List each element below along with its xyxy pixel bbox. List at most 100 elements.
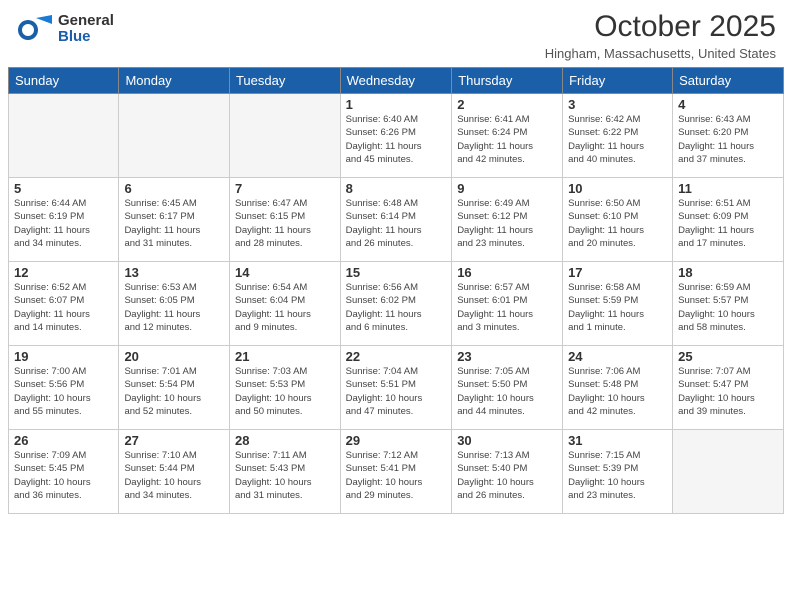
calendar-cell: 11Sunrise: 6:51 AM Sunset: 6:09 PM Dayli… — [673, 178, 784, 262]
week-row-4: 19Sunrise: 7:00 AM Sunset: 5:56 PM Dayli… — [9, 346, 784, 430]
header: General Blue October 2025 Hingham, Massa… — [0, 0, 792, 67]
day-number: 8 — [346, 181, 447, 196]
day-info: Sunrise: 6:57 AM Sunset: 6:01 PM Dayligh… — [457, 281, 557, 334]
day-number: 29 — [346, 433, 447, 448]
logo: General Blue — [16, 10, 114, 48]
day-info: Sunrise: 6:40 AM Sunset: 6:26 PM Dayligh… — [346, 113, 447, 166]
calendar-cell: 28Sunrise: 7:11 AM Sunset: 5:43 PM Dayli… — [229, 430, 340, 514]
day-number: 2 — [457, 97, 557, 112]
day-info: Sunrise: 6:53 AM Sunset: 6:05 PM Dayligh… — [124, 281, 224, 334]
day-info: Sunrise: 6:52 AM Sunset: 6:07 PM Dayligh… — [14, 281, 113, 334]
day-number: 28 — [235, 433, 335, 448]
day-number: 25 — [678, 349, 778, 364]
calendar-cell: 15Sunrise: 6:56 AM Sunset: 6:02 PM Dayli… — [340, 262, 452, 346]
calendar-cell: 7Sunrise: 6:47 AM Sunset: 6:15 PM Daylig… — [229, 178, 340, 262]
day-info: Sunrise: 6:50 AM Sunset: 6:10 PM Dayligh… — [568, 197, 667, 250]
day-info: Sunrise: 6:42 AM Sunset: 6:22 PM Dayligh… — [568, 113, 667, 166]
day-number: 3 — [568, 97, 667, 112]
day-info: Sunrise: 6:45 AM Sunset: 6:17 PM Dayligh… — [124, 197, 224, 250]
day-info: Sunrise: 6:51 AM Sunset: 6:09 PM Dayligh… — [678, 197, 778, 250]
calendar-cell: 23Sunrise: 7:05 AM Sunset: 5:50 PM Dayli… — [452, 346, 563, 430]
day-number: 16 — [457, 265, 557, 280]
calendar-cell — [119, 94, 230, 178]
header-monday: Monday — [119, 68, 230, 94]
day-info: Sunrise: 7:11 AM Sunset: 5:43 PM Dayligh… — [235, 449, 335, 502]
day-number: 11 — [678, 181, 778, 196]
header-sunday: Sunday — [9, 68, 119, 94]
calendar-cell: 22Sunrise: 7:04 AM Sunset: 5:51 PM Dayli… — [340, 346, 452, 430]
day-info: Sunrise: 6:59 AM Sunset: 5:57 PM Dayligh… — [678, 281, 778, 334]
header-saturday: Saturday — [673, 68, 784, 94]
day-number: 15 — [346, 265, 447, 280]
day-info: Sunrise: 7:10 AM Sunset: 5:44 PM Dayligh… — [124, 449, 224, 502]
calendar-cell: 4Sunrise: 6:43 AM Sunset: 6:20 PM Daylig… — [673, 94, 784, 178]
day-number: 20 — [124, 349, 224, 364]
day-number: 12 — [14, 265, 113, 280]
logo-text: General Blue — [58, 13, 114, 46]
day-info: Sunrise: 7:03 AM Sunset: 5:53 PM Dayligh… — [235, 365, 335, 418]
calendar-cell — [9, 94, 119, 178]
location: Hingham, Massachusetts, United States — [545, 46, 776, 61]
calendar-cell: 26Sunrise: 7:09 AM Sunset: 5:45 PM Dayli… — [9, 430, 119, 514]
calendar-cell: 9Sunrise: 6:49 AM Sunset: 6:12 PM Daylig… — [452, 178, 563, 262]
day-info: Sunrise: 7:07 AM Sunset: 5:47 PM Dayligh… — [678, 365, 778, 418]
calendar-cell — [673, 430, 784, 514]
day-info: Sunrise: 6:47 AM Sunset: 6:15 PM Dayligh… — [235, 197, 335, 250]
day-info: Sunrise: 6:58 AM Sunset: 5:59 PM Dayligh… — [568, 281, 667, 334]
day-number: 17 — [568, 265, 667, 280]
calendar-wrapper: Sunday Monday Tuesday Wednesday Thursday… — [0, 67, 792, 520]
day-number: 13 — [124, 265, 224, 280]
day-number: 6 — [124, 181, 224, 196]
logo-blue: Blue — [58, 28, 91, 45]
day-info: Sunrise: 6:44 AM Sunset: 6:19 PM Dayligh… — [14, 197, 113, 250]
calendar-cell: 12Sunrise: 6:52 AM Sunset: 6:07 PM Dayli… — [9, 262, 119, 346]
day-number: 30 — [457, 433, 557, 448]
calendar-cell: 1Sunrise: 6:40 AM Sunset: 6:26 PM Daylig… — [340, 94, 452, 178]
week-row-5: 26Sunrise: 7:09 AM Sunset: 5:45 PM Dayli… — [9, 430, 784, 514]
header-tuesday: Tuesday — [229, 68, 340, 94]
day-info: Sunrise: 7:15 AM Sunset: 5:39 PM Dayligh… — [568, 449, 667, 502]
calendar-cell: 13Sunrise: 6:53 AM Sunset: 6:05 PM Dayli… — [119, 262, 230, 346]
day-number: 4 — [678, 97, 778, 112]
day-number: 1 — [346, 97, 447, 112]
week-row-3: 12Sunrise: 6:52 AM Sunset: 6:07 PM Dayli… — [9, 262, 784, 346]
calendar-cell: 10Sunrise: 6:50 AM Sunset: 6:10 PM Dayli… — [563, 178, 673, 262]
day-number: 24 — [568, 349, 667, 364]
day-number: 19 — [14, 349, 113, 364]
header-wednesday: Wednesday — [340, 68, 452, 94]
day-number: 21 — [235, 349, 335, 364]
day-info: Sunrise: 6:54 AM Sunset: 6:04 PM Dayligh… — [235, 281, 335, 334]
calendar-cell: 14Sunrise: 6:54 AM Sunset: 6:04 PM Dayli… — [229, 262, 340, 346]
calendar-cell: 6Sunrise: 6:45 AM Sunset: 6:17 PM Daylig… — [119, 178, 230, 262]
day-info: Sunrise: 6:43 AM Sunset: 6:20 PM Dayligh… — [678, 113, 778, 166]
calendar-cell: 2Sunrise: 6:41 AM Sunset: 6:24 PM Daylig… — [452, 94, 563, 178]
calendar-cell: 16Sunrise: 6:57 AM Sunset: 6:01 PM Dayli… — [452, 262, 563, 346]
day-number: 22 — [346, 349, 447, 364]
week-row-2: 5Sunrise: 6:44 AM Sunset: 6:19 PM Daylig… — [9, 178, 784, 262]
title-section: October 2025 Hingham, Massachusetts, Uni… — [545, 10, 776, 61]
calendar-cell: 17Sunrise: 6:58 AM Sunset: 5:59 PM Dayli… — [563, 262, 673, 346]
day-info: Sunrise: 7:00 AM Sunset: 5:56 PM Dayligh… — [14, 365, 113, 418]
day-info: Sunrise: 7:13 AM Sunset: 5:40 PM Dayligh… — [457, 449, 557, 502]
day-number: 31 — [568, 433, 667, 448]
day-number: 7 — [235, 181, 335, 196]
day-number: 9 — [457, 181, 557, 196]
calendar-cell: 25Sunrise: 7:07 AM Sunset: 5:47 PM Dayli… — [673, 346, 784, 430]
logo-graphic — [16, 10, 54, 48]
calendar-cell: 3Sunrise: 6:42 AM Sunset: 6:22 PM Daylig… — [563, 94, 673, 178]
calendar-cell: 8Sunrise: 6:48 AM Sunset: 6:14 PM Daylig… — [340, 178, 452, 262]
calendar-cell: 18Sunrise: 6:59 AM Sunset: 5:57 PM Dayli… — [673, 262, 784, 346]
calendar-cell: 24Sunrise: 7:06 AM Sunset: 5:48 PM Dayli… — [563, 346, 673, 430]
day-info: Sunrise: 7:12 AM Sunset: 5:41 PM Dayligh… — [346, 449, 447, 502]
header-thursday: Thursday — [452, 68, 563, 94]
day-info: Sunrise: 7:06 AM Sunset: 5:48 PM Dayligh… — [568, 365, 667, 418]
calendar-cell: 30Sunrise: 7:13 AM Sunset: 5:40 PM Dayli… — [452, 430, 563, 514]
calendar-cell: 27Sunrise: 7:10 AM Sunset: 5:44 PM Dayli… — [119, 430, 230, 514]
day-info: Sunrise: 6:49 AM Sunset: 6:12 PM Dayligh… — [457, 197, 557, 250]
day-headers: Sunday Monday Tuesday Wednesday Thursday… — [9, 68, 784, 94]
day-number: 27 — [124, 433, 224, 448]
day-info: Sunrise: 6:48 AM Sunset: 6:14 PM Dayligh… — [346, 197, 447, 250]
day-info: Sunrise: 7:04 AM Sunset: 5:51 PM Dayligh… — [346, 365, 447, 418]
day-info: Sunrise: 7:09 AM Sunset: 5:45 PM Dayligh… — [14, 449, 113, 502]
calendar-cell: 31Sunrise: 7:15 AM Sunset: 5:39 PM Dayli… — [563, 430, 673, 514]
